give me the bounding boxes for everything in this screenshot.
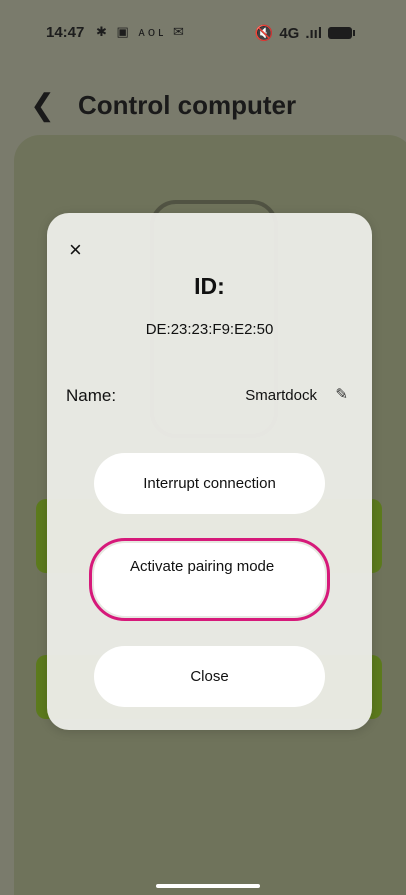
battery-icon [328, 27, 355, 39]
close-icon[interactable]: × [69, 237, 82, 263]
interrupt-connection-label: Interrupt connection [143, 475, 276, 492]
activate-pairing-mode-button[interactable]: Activate pairing mode [89, 538, 330, 621]
device-info-dialog: × ID: DE:23:23:F9:E2:50 Name: Smartdock … [47, 213, 372, 730]
id-value: DE:23:23:F9:E2:50 [145, 321, 274, 338]
home-indicator [156, 884, 260, 888]
page-title: Control computer [78, 90, 297, 120]
notification-icons: ✱ ▣ ᴀᴏʟ ✉ [96, 24, 187, 39]
activate-pairing-mode-label: Activate pairing mode [130, 558, 275, 575]
id-label: ID: [194, 273, 225, 299]
status-bar: 14:47 ✱ ▣ ᴀᴏʟ ✉ 🔇 4G .ııl [0, 0, 406, 70]
name-value: Smartdock [245, 387, 317, 404]
name-label: Name: [66, 386, 117, 405]
header: ❮ Control computer [0, 80, 406, 130]
interrupt-connection-button[interactable]: Interrupt connection [94, 453, 325, 514]
signal-icon: .ııl [305, 24, 322, 42]
close-button[interactable]: Close [94, 646, 325, 707]
back-button[interactable]: ❮ [30, 88, 55, 123]
status-right: 🔇 4G .ııl [254, 24, 355, 42]
edit-icon[interactable]: ✎ [335, 385, 348, 403]
network-type: 4G [279, 24, 300, 42]
close-label: Close [190, 668, 229, 685]
status-time: 14:47 [46, 24, 85, 41]
mute-icon: 🔇 [254, 25, 274, 42]
